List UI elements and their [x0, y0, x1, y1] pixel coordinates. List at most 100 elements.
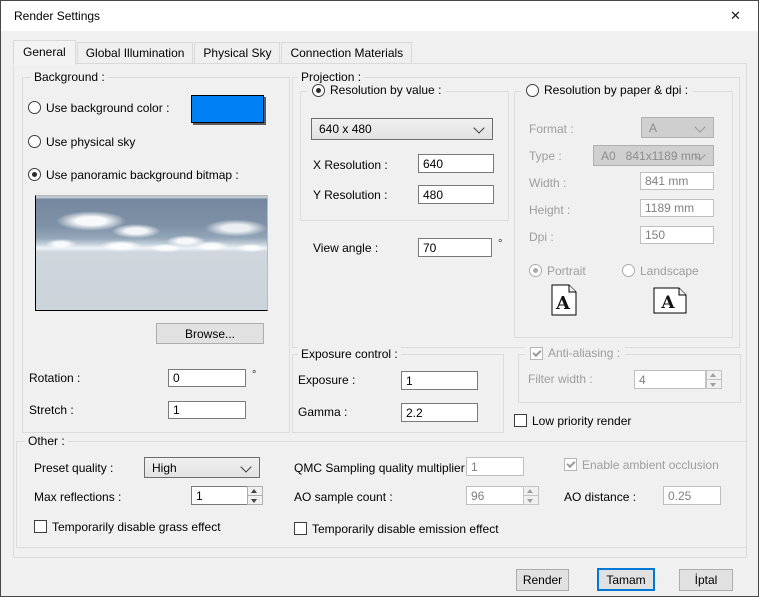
close-icon: ✕ [730, 8, 741, 24]
rotation-degree-unit: ° [252, 369, 256, 381]
ao-sample-count-label: AO sample count : [294, 490, 393, 505]
tab-label: Global Illumination [86, 46, 185, 60]
svg-text:A: A [660, 293, 675, 313]
render-button[interactable]: Render [516, 569, 569, 591]
other-group-label: Other : [25, 434, 68, 448]
max-reflections-input[interactable] [191, 486, 248, 505]
format-select: A [641, 117, 714, 138]
window-title: Render Settings [14, 9, 100, 23]
render-button-label: Render [523, 573, 562, 587]
low-priority-render-checkbox[interactable] [514, 414, 527, 427]
preset-quality-label: Preset quality : [34, 461, 113, 476]
chevron-down-icon [240, 461, 251, 472]
paper-height-input [640, 199, 714, 217]
disable-emission-checkbox[interactable] [294, 522, 307, 535]
x-resolution-label: X Resolution : [313, 158, 388, 173]
spinner-up-icon [706, 370, 722, 380]
qmc-multiplier-label: QMC Sampling quality multiplier : [294, 461, 471, 476]
dpi-label: Dpi : [529, 230, 554, 245]
dpi-input [640, 226, 714, 244]
ok-button[interactable]: Tamam [597, 568, 655, 591]
gamma-input[interactable] [401, 403, 478, 422]
render-settings-dialog: Render Settings ✕ General Global Illumin… [0, 0, 759, 597]
paper-type-select: A0 841x1189 mm [593, 145, 714, 166]
stretch-input[interactable] [168, 401, 246, 419]
use-physical-sky-label: Use physical sky [46, 135, 135, 150]
stretch-label: Stretch : [29, 403, 74, 418]
svg-text:A: A [555, 293, 571, 314]
browse-button[interactable]: Browse... [156, 323, 264, 344]
tab-strip: General Global Illumination Physical Sky… [13, 42, 413, 64]
exposure-label: Exposure : [298, 373, 355, 388]
browse-button-label: Browse... [185, 327, 235, 341]
spinner-up-icon [523, 486, 539, 496]
filter-width-label: Filter width : [528, 372, 593, 387]
use-background-color-label: Use background color : [46, 101, 169, 116]
landscape-label: Landscape [640, 264, 699, 279]
portrait-page-icon: A [551, 284, 577, 316]
tab-global-illumination[interactable]: Global Illumination [77, 42, 194, 64]
max-reflections-label: Max reflections : [34, 490, 121, 505]
enable-ambient-occlusion-label: Enable ambient occlusion [582, 458, 719, 473]
x-resolution-input[interactable] [418, 154, 494, 173]
chevron-down-icon [694, 121, 705, 132]
tab-label: Physical Sky [203, 46, 271, 60]
tab-general[interactable]: General [13, 40, 76, 65]
anti-aliasing-label: Anti-aliasing : [548, 346, 620, 361]
use-physical-sky-radio[interactable] [28, 135, 41, 148]
tab-label: Connection Materials [290, 46, 403, 60]
use-panoramic-bitmap-radio[interactable] [28, 168, 41, 181]
low-priority-render-label: Low priority render [532, 414, 631, 429]
use-background-color-radio[interactable] [28, 101, 41, 114]
format-value: A [649, 121, 657, 135]
ok-button-label: Tamam [606, 573, 645, 587]
view-angle-degree-unit: ° [498, 238, 502, 250]
tab-physical-sky[interactable]: Physical Sky [194, 42, 280, 64]
title-bar: Render Settings ✕ [1, 1, 758, 31]
ao-distance-input [663, 486, 721, 505]
spinner-down-icon [523, 496, 539, 505]
y-resolution-label: Y Resolution : [313, 188, 388, 203]
landscape-radio [622, 264, 635, 277]
panorama-preview-image [35, 195, 268, 311]
rotation-label: Rotation : [29, 371, 80, 386]
tab-connection-materials[interactable]: Connection Materials [281, 42, 412, 64]
view-angle-input[interactable] [418, 238, 492, 257]
preset-quality-select[interactable]: High [144, 457, 260, 478]
gamma-label: Gamma : [298, 405, 347, 420]
paper-type-value: A0 841x1189 mm [601, 149, 701, 163]
type-label: Type : [529, 149, 562, 164]
spinner-down-icon [706, 380, 722, 389]
format-label: Format : [529, 122, 574, 137]
landscape-page-icon: A [653, 287, 687, 314]
portrait-radio [529, 264, 542, 277]
disable-grass-checkbox[interactable] [34, 520, 47, 533]
resolution-by-paper-label: Resolution by paper & dpi : [544, 83, 688, 98]
paper-width-input [640, 172, 714, 190]
portrait-label: Portrait [547, 264, 586, 279]
resolution-by-value-radio[interactable] [312, 84, 325, 97]
spinner-up-icon[interactable] [247, 486, 263, 496]
ao-sample-count-input [466, 486, 524, 505]
chevron-down-icon [473, 122, 484, 133]
ao-sample-count-spinner [523, 486, 539, 505]
resolution-preset-value: 640 x 480 [319, 122, 372, 136]
max-reflections-spinner[interactable] [247, 486, 263, 505]
resolution-preset-select[interactable]: 640 x 480 [311, 118, 493, 140]
tab-label: General [23, 45, 66, 59]
spinner-down-icon[interactable] [247, 496, 263, 505]
background-color-swatch[interactable] [191, 95, 264, 123]
cancel-button[interactable]: İptal [679, 569, 733, 591]
exposure-control-label: Exposure control : [298, 347, 401, 361]
width-label: Width : [529, 176, 566, 191]
rotation-input[interactable] [168, 369, 246, 387]
view-angle-label: View angle : [313, 241, 378, 256]
close-button[interactable]: ✕ [713, 1, 758, 31]
disable-grass-label: Temporarily disable grass effect [52, 520, 221, 535]
y-resolution-input[interactable] [418, 185, 494, 204]
resolution-by-paper-radio[interactable] [526, 84, 539, 97]
qmc-multiplier-input [466, 457, 524, 476]
preset-quality-value: High [152, 461, 177, 475]
use-panoramic-bitmap-label: Use panoramic background bitmap : [46, 168, 239, 183]
exposure-input[interactable] [401, 371, 478, 390]
